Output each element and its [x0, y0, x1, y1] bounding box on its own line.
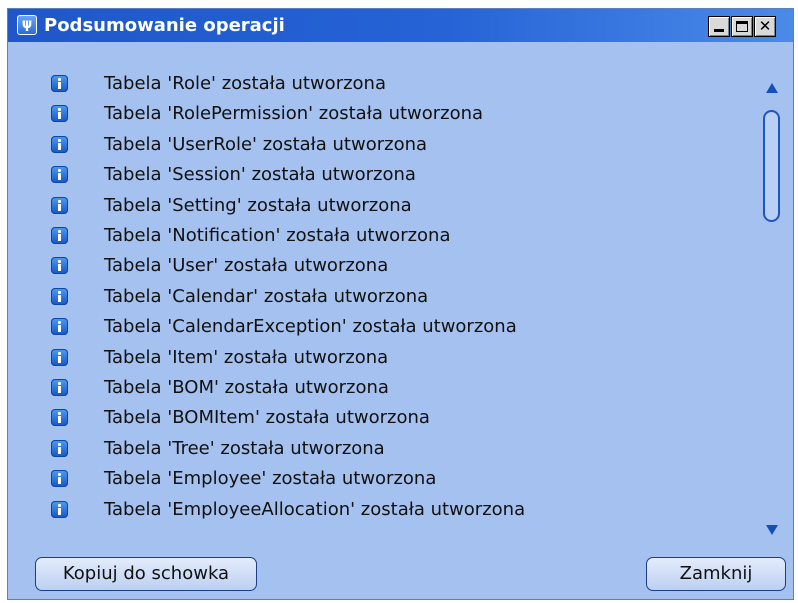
window-title: Podsumowanie operacji: [44, 15, 285, 36]
list-item[interactable]: Tabela 'Notification' została utworzona: [38, 221, 753, 251]
list-item[interactable]: Tabela 'CalendarException' została utwor…: [38, 312, 753, 342]
copy-to-clipboard-button[interactable]: Kopiuj do schowka: [35, 557, 257, 591]
info-icon: [51, 348, 68, 366]
scroll-down-icon[interactable]: [766, 525, 778, 535]
list-item-text: Tabela 'Calendar' została utworzona: [104, 285, 429, 307]
list-item[interactable]: Tabela 'Session' została utworzona: [38, 160, 753, 190]
list-item[interactable]: Tabela 'Tree' została utworzona: [38, 434, 753, 464]
list-item-text: Tabela 'Notification' została utworzona: [104, 225, 451, 246]
info-icon: [51, 105, 68, 123]
list-item[interactable]: Tabela 'Employee' została utworzona: [38, 464, 753, 494]
info-icon: [51, 439, 68, 457]
info-icon: [51, 409, 68, 427]
minimize-icon: [714, 29, 724, 32]
info-icon: [51, 318, 68, 336]
operations-list[interactable]: Tabela 'Role' została utworzona Tabela 'R…: [38, 69, 753, 543]
list-item[interactable]: Tabela 'Item' została utworzona: [38, 343, 753, 373]
list-item[interactable]: Tabela 'RolePermission' została utworzon…: [38, 99, 753, 129]
list-item[interactable]: Tabela 'UserRole' została utworzona: [38, 130, 753, 160]
close-button[interactable]: Zamknij: [646, 557, 786, 591]
maximize-button[interactable]: [731, 16, 753, 37]
close-icon: ✕: [758, 17, 772, 35]
minimize-button[interactable]: [708, 16, 730, 37]
info-icon: [51, 257, 68, 275]
info-icon: [51, 166, 68, 184]
info-icon: [51, 500, 68, 518]
list-item-text: Tabela 'Tree' została utworzona: [104, 437, 385, 459]
info-icon: [51, 135, 68, 153]
info-icon: [51, 75, 68, 92]
list-item-text: Tabela 'User' została utworzona: [104, 255, 389, 277]
close-window-button[interactable]: ✕: [754, 16, 776, 37]
list-item-text: Tabela 'BOM' została utworzona: [104, 377, 389, 398]
list-item-text: Tabela 'Employee' została utworzona: [104, 468, 437, 490]
operations-list-box[interactable]: Tabela 'Role' została utworzona Tabela 'R…: [38, 69, 784, 543]
list-item[interactable]: Tabela 'Calendar' została utworzona: [38, 282, 753, 312]
dialog-window: ψ Podsumowanie operacji ✕ Tabela 'Role' …: [7, 8, 794, 600]
info-icon: [51, 379, 68, 396]
info-icon: [51, 196, 68, 214]
info-icon: [51, 227, 68, 244]
info-icon: [51, 287, 68, 305]
list-item[interactable]: Tabela 'BOM' została utworzona: [38, 373, 753, 403]
title-bar[interactable]: ψ Podsumowanie operacji ✕: [8, 9, 793, 42]
vertical-scrollbar[interactable]: [758, 69, 784, 543]
list-item-text: Tabela 'UserRole' została utworzona: [104, 133, 428, 155]
list-item-text: Tabela 'Session' została utworzona: [104, 164, 416, 186]
list-item[interactable]: Tabela 'Setting' została utworzona: [38, 191, 753, 221]
list-item-text: Tabela 'CalendarException' została utwor…: [104, 316, 517, 338]
list-item-text: Tabela 'BOMItem' została utworzona: [104, 407, 430, 429]
maximize-icon: [736, 21, 748, 32]
list-item[interactable]: Tabela 'EmployeeAllocation' została utwo…: [38, 495, 753, 525]
list-item-text: Tabela 'Role' została utworzona: [104, 73, 386, 94]
info-icon: [51, 470, 68, 488]
list-item[interactable]: Tabela 'User' została utworzona: [38, 251, 753, 281]
list-item-text: Tabela 'EmployeeAllocation' została utwo…: [104, 498, 526, 520]
list-item-text: Tabela 'Item' została utworzona: [104, 346, 389, 368]
list-item-text: Tabela 'RolePermission' została utworzon…: [104, 103, 484, 125]
scroll-up-icon[interactable]: [766, 83, 778, 93]
list-item[interactable]: Tabela 'Role' została utworzona: [38, 69, 753, 99]
scrollbar-thumb[interactable]: [763, 110, 780, 222]
app-icon[interactable]: ψ: [17, 15, 37, 35]
list-item[interactable]: Tabela 'BOMItem' została utworzona: [38, 403, 753, 433]
list-item-text: Tabela 'Setting' została utworzona: [104, 194, 412, 216]
